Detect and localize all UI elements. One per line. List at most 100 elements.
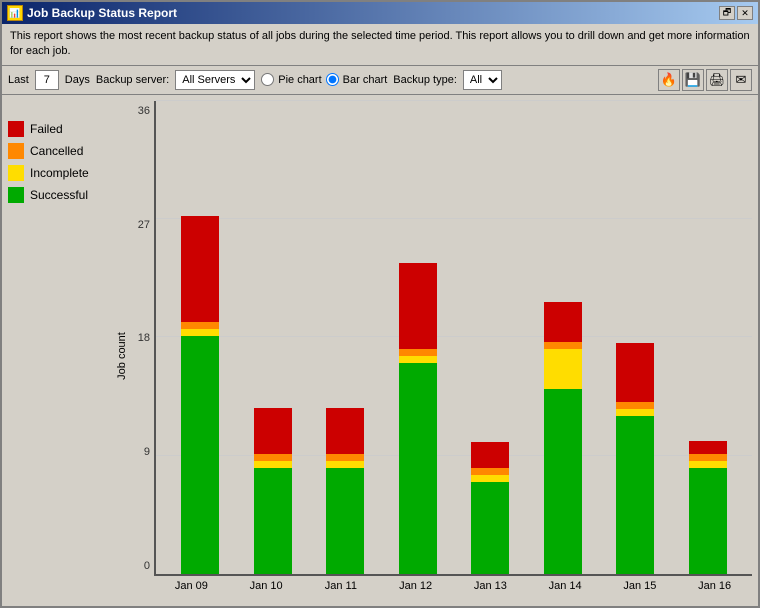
chart-plot xyxy=(154,101,752,576)
bar-successful-1 xyxy=(254,468,292,574)
bar-successful-6 xyxy=(616,416,654,574)
x-label-6: Jan 15 xyxy=(621,580,659,600)
backup-server-select[interactable]: All Servers xyxy=(175,70,255,90)
legend-color-successful xyxy=(8,187,24,203)
bar-cancelled-2 xyxy=(326,454,364,461)
bar-group-0[interactable] xyxy=(181,216,219,574)
days-input[interactable] xyxy=(35,70,59,90)
bar-failed-0 xyxy=(181,216,219,322)
legend-item-successful: Successful xyxy=(8,187,118,203)
days-label: Days xyxy=(65,74,90,86)
bar-group-7[interactable] xyxy=(689,441,727,574)
title-bar-left: 📊 Job Backup Status Report xyxy=(7,5,177,21)
print-button[interactable]: 🖨 xyxy=(706,69,728,91)
bar-failed-2 xyxy=(326,408,364,454)
bar-group-4[interactable] xyxy=(471,442,509,574)
bar-incomplete-6 xyxy=(616,409,654,416)
x-label-4: Jan 13 xyxy=(471,580,509,600)
y-axis-title: Job count xyxy=(116,333,128,381)
close-button[interactable]: ✕ xyxy=(737,6,753,20)
title-bar: 📊 Job Backup Status Report 🗗 ✕ xyxy=(2,2,758,24)
x-labels: Jan 09 Jan 10 Jan 11 Jan 12 Jan 13 Jan 14 Jan … xyxy=(154,576,752,600)
bar-failed-5 xyxy=(544,302,582,342)
title-controls: 🗗 ✕ xyxy=(719,6,753,20)
x-label-3: Jan 12 xyxy=(397,580,435,600)
bar-cancelled-5 xyxy=(544,342,582,349)
legend-item-cancelled: Cancelled xyxy=(8,143,118,159)
bar-failed-7 xyxy=(689,441,727,454)
legend-item-incomplete: Incomplete xyxy=(8,165,118,181)
legend-color-failed xyxy=(8,121,24,137)
bar-failed-3 xyxy=(399,263,437,349)
bar-cancelled-4 xyxy=(471,468,509,475)
bar-successful-7 xyxy=(689,468,727,574)
main-window: 📊 Job Backup Status Report 🗗 ✕ This repo… xyxy=(0,0,760,608)
legend-label-cancelled: Cancelled xyxy=(30,144,83,158)
bar-incomplete-5 xyxy=(544,349,582,389)
bar-successful-0 xyxy=(181,336,219,574)
bar-successful-3 xyxy=(399,363,437,574)
y-label-9: 9 xyxy=(118,446,154,458)
legend-label-failed: Failed xyxy=(30,122,63,136)
bar-incomplete-2 xyxy=(326,461,364,468)
bar-incomplete-0 xyxy=(181,329,219,336)
bar-failed-1 xyxy=(254,408,292,454)
x-label-7: Jan 16 xyxy=(696,580,734,600)
bar-group-6[interactable] xyxy=(616,343,654,574)
bar-cancelled-6 xyxy=(616,402,654,409)
pie-chart-radio[interactable] xyxy=(261,73,274,86)
toolbar: Last Days Backup server: All Servers Pie… xyxy=(2,65,758,95)
bar-cancelled-3 xyxy=(399,349,437,356)
last-label: Last xyxy=(8,74,29,86)
bar-cancelled-1 xyxy=(254,454,292,461)
bar-incomplete-4 xyxy=(471,475,509,482)
bar-successful-4 xyxy=(471,482,509,574)
legend-item-failed: Failed xyxy=(8,121,118,137)
legend-label-successful: Successful xyxy=(30,188,88,202)
main-content: Failed Cancelled Incomplete Successful J… xyxy=(2,95,758,606)
backup-server-label: Backup server: xyxy=(96,74,169,86)
x-label-1: Jan 10 xyxy=(247,580,285,600)
bars-container xyxy=(156,101,752,574)
backup-type-select[interactable]: All xyxy=(463,70,502,90)
report-description: This report shows the most recent backup… xyxy=(2,24,758,65)
plot-and-x: Jan 09 Jan 10 Jan 11 Jan 12 Jan 13 Jan 14 Jan … xyxy=(154,101,752,600)
bar-group-5[interactable] xyxy=(544,302,582,574)
email-button[interactable]: ✉ xyxy=(730,69,752,91)
bar-failed-6 xyxy=(616,343,654,402)
toolbar-right: 🔥 💾 🖨 ✉ xyxy=(658,69,752,91)
window-icon: 📊 xyxy=(7,5,23,21)
legend-color-cancelled xyxy=(8,143,24,159)
save-button[interactable]: 💾 xyxy=(682,69,704,91)
window-title: Job Backup Status Report xyxy=(27,6,177,20)
bar-failed-4 xyxy=(471,442,509,468)
x-label-5: Jan 14 xyxy=(546,580,584,600)
chart-legend: Failed Cancelled Incomplete Successful xyxy=(8,101,118,600)
y-label-36: 36 xyxy=(118,105,154,117)
y-label-0: 0 xyxy=(118,560,154,572)
legend-label-incomplete: Incomplete xyxy=(30,166,89,180)
bar-group-2[interactable] xyxy=(326,408,364,574)
pie-chart-label: Pie chart xyxy=(278,74,321,86)
bar-cancelled-7 xyxy=(689,454,727,461)
bar-incomplete-1 xyxy=(254,461,292,468)
chart-container: Job count 36 27 18 9 0 Jan 09Jan 10Jan 1… xyxy=(118,101,752,600)
y-label-27: 27 xyxy=(118,219,154,231)
bar-group-3[interactable] xyxy=(399,263,437,574)
chart-type-radio-group: Pie chart Bar chart xyxy=(261,73,387,86)
bar-successful-5 xyxy=(544,389,582,574)
bar-incomplete-3 xyxy=(399,356,437,363)
x-label-2: Jan 11 xyxy=(322,580,360,600)
bar-group-1[interactable] xyxy=(254,408,292,574)
x-label-0: Jan 09 xyxy=(172,580,210,600)
chart-area: Job count 36 27 18 9 0 Jan 09Jan 10Jan 1… xyxy=(118,101,752,600)
bar-successful-2 xyxy=(326,468,364,574)
legend-color-incomplete xyxy=(8,165,24,181)
bar-chart-label: Bar chart xyxy=(343,74,388,86)
bar-chart-radio[interactable] xyxy=(326,73,339,86)
backup-type-label: Backup type: xyxy=(393,74,457,86)
refresh-button[interactable]: 🔥 xyxy=(658,69,680,91)
bar-incomplete-7 xyxy=(689,461,727,468)
restore-button[interactable]: 🗗 xyxy=(719,6,735,20)
bar-cancelled-0 xyxy=(181,322,219,329)
